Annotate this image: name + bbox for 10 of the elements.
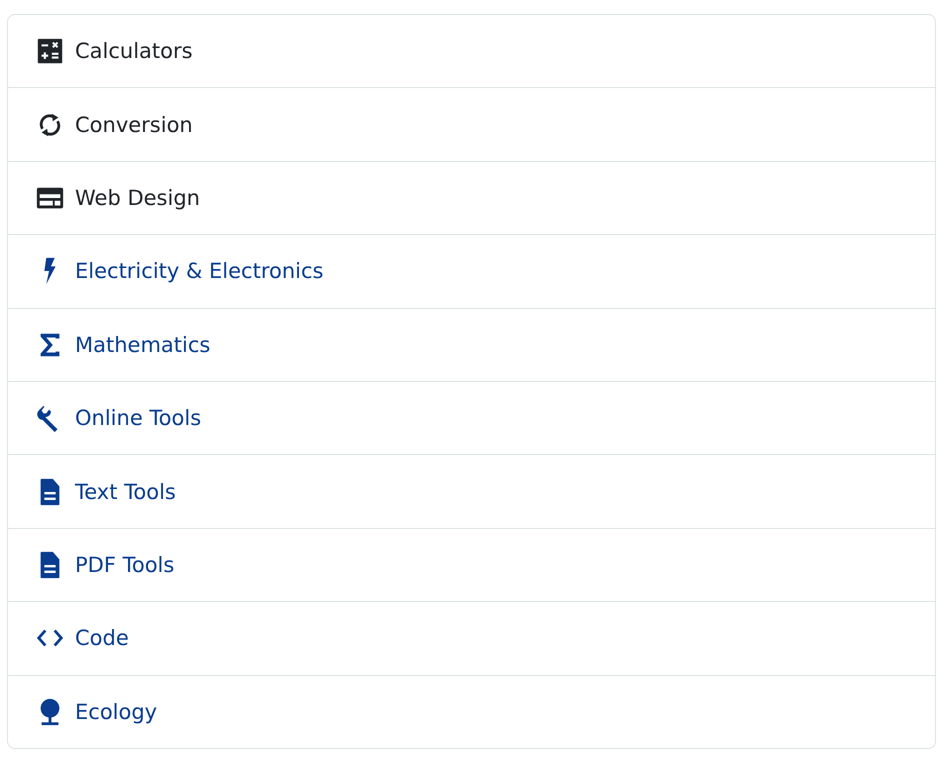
- category-link[interactable]: Text Tools: [75, 480, 176, 504]
- category-label: Calculators: [75, 39, 193, 64]
- category-label: Web Design: [75, 186, 200, 210]
- category-link[interactable]: Code: [75, 626, 129, 650]
- category-link[interactable]: Ecology: [75, 700, 158, 724]
- category-link[interactable]: Mathematics: [75, 332, 210, 357]
- category-link[interactable]: PDF Tools: [75, 552, 174, 577]
- category-label: Conversion: [75, 112, 193, 137]
- category-link[interactable]: Electricity & Electronics: [75, 259, 324, 284]
- category-link[interactable]: Online Tools: [75, 406, 202, 430]
